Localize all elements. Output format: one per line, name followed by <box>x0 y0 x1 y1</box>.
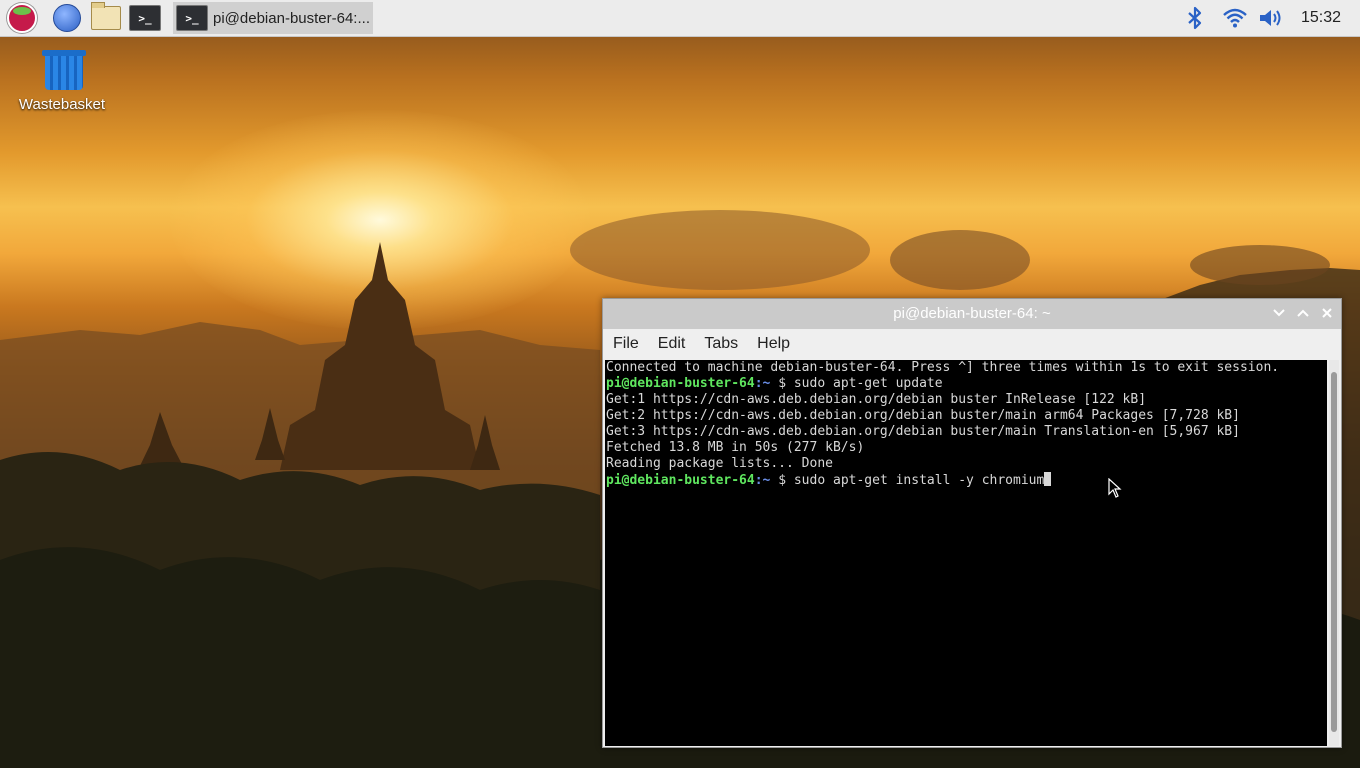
taskbar-window-label: pi@debian-buster-64:... <box>213 9 370 27</box>
console-line: Fetched 13.8 MB in 50s (277 kB/s) <box>606 440 865 455</box>
prompt-user: pi@debian-buster-64 <box>606 376 755 391</box>
wastebasket-icon <box>42 48 86 90</box>
chevron-up-icon <box>1297 309 1309 317</box>
volume-icon[interactable] <box>1256 0 1286 36</box>
raspberry-menu-icon[interactable] <box>6 2 38 34</box>
command-text: sudo apt-get update <box>793 376 943 391</box>
web-browser-icon[interactable] <box>51 2 83 34</box>
desktop-icon-wastebasket[interactable]: Wastebasket <box>10 48 114 113</box>
console-line: pi@debian-buster-64:~ $ sudo apt-get upd… <box>605 376 1327 392</box>
console-line: Reading package lists... Done <box>606 456 833 471</box>
taskbar-window-button[interactable]: >_ pi@debian-buster-64:... <box>173 2 373 34</box>
bluetooth-icon[interactable] <box>1184 0 1206 36</box>
terminal-icon[interactable]: >_ <box>129 2 161 34</box>
scrollbar[interactable] <box>1329 360 1339 746</box>
scrollbar-thumb[interactable] <box>1331 372 1337 732</box>
menu-help[interactable]: Help <box>747 335 799 353</box>
command-text: sudo apt-get install -y chromium <box>793 473 1045 488</box>
maximize-button[interactable] <box>1293 303 1313 323</box>
close-icon <box>1322 308 1332 318</box>
console-line: Get:1 https://cdn-aws.deb.debian.org/deb… <box>606 392 1147 407</box>
window-title: pi@debian-buster-64: ~ <box>893 305 1051 322</box>
terminal-window[interactable]: pi@debian-buster-64: ~ File Edit Tabs He… <box>602 298 1342 748</box>
clock[interactable]: 15:32 <box>1292 0 1350 36</box>
desktop-icon-label: Wastebasket <box>18 96 106 113</box>
menu-edit[interactable]: Edit <box>648 335 695 353</box>
desktop: >_ >_ pi@debian-buster-64:... 15:32 Wast… <box>0 0 1360 768</box>
window-titlebar[interactable]: pi@debian-buster-64: ~ <box>603 299 1341 329</box>
menu-bar: File Edit Tabs Help <box>603 329 1341 359</box>
chevron-down-icon <box>1273 309 1285 317</box>
console-line: Get:3 https://cdn-aws.deb.debian.org/deb… <box>606 424 1240 439</box>
console-line: pi@debian-buster-64:~ $ sudo apt-get ins… <box>605 472 1327 488</box>
prompt-path: :~ <box>754 473 771 488</box>
file-manager-icon[interactable] <box>90 2 122 34</box>
menu-file[interactable]: File <box>603 335 648 353</box>
menu-tabs[interactable]: Tabs <box>694 335 747 353</box>
text-cursor <box>1044 472 1052 486</box>
prompt-symbol: $ <box>770 376 794 391</box>
close-button[interactable] <box>1317 303 1337 323</box>
terminal-console[interactable]: Connected to machine debian-buster-64. P… <box>605 360 1327 746</box>
terminal-icon: >_ <box>176 5 208 31</box>
minimize-button[interactable] <box>1269 303 1289 323</box>
console-line: Get:2 https://cdn-aws.deb.debian.org/deb… <box>606 408 1240 423</box>
wifi-icon[interactable] <box>1220 0 1250 36</box>
taskbar: >_ >_ pi@debian-buster-64:... 15:32 <box>0 0 1360 37</box>
mouse-pointer-icon <box>1108 478 1122 498</box>
prompt-user: pi@debian-buster-64 <box>606 473 755 488</box>
prompt-path: :~ <box>754 376 771 391</box>
prompt-symbol: $ <box>770 473 794 488</box>
console-line: Connected to machine debian-buster-64. P… <box>606 360 1280 375</box>
